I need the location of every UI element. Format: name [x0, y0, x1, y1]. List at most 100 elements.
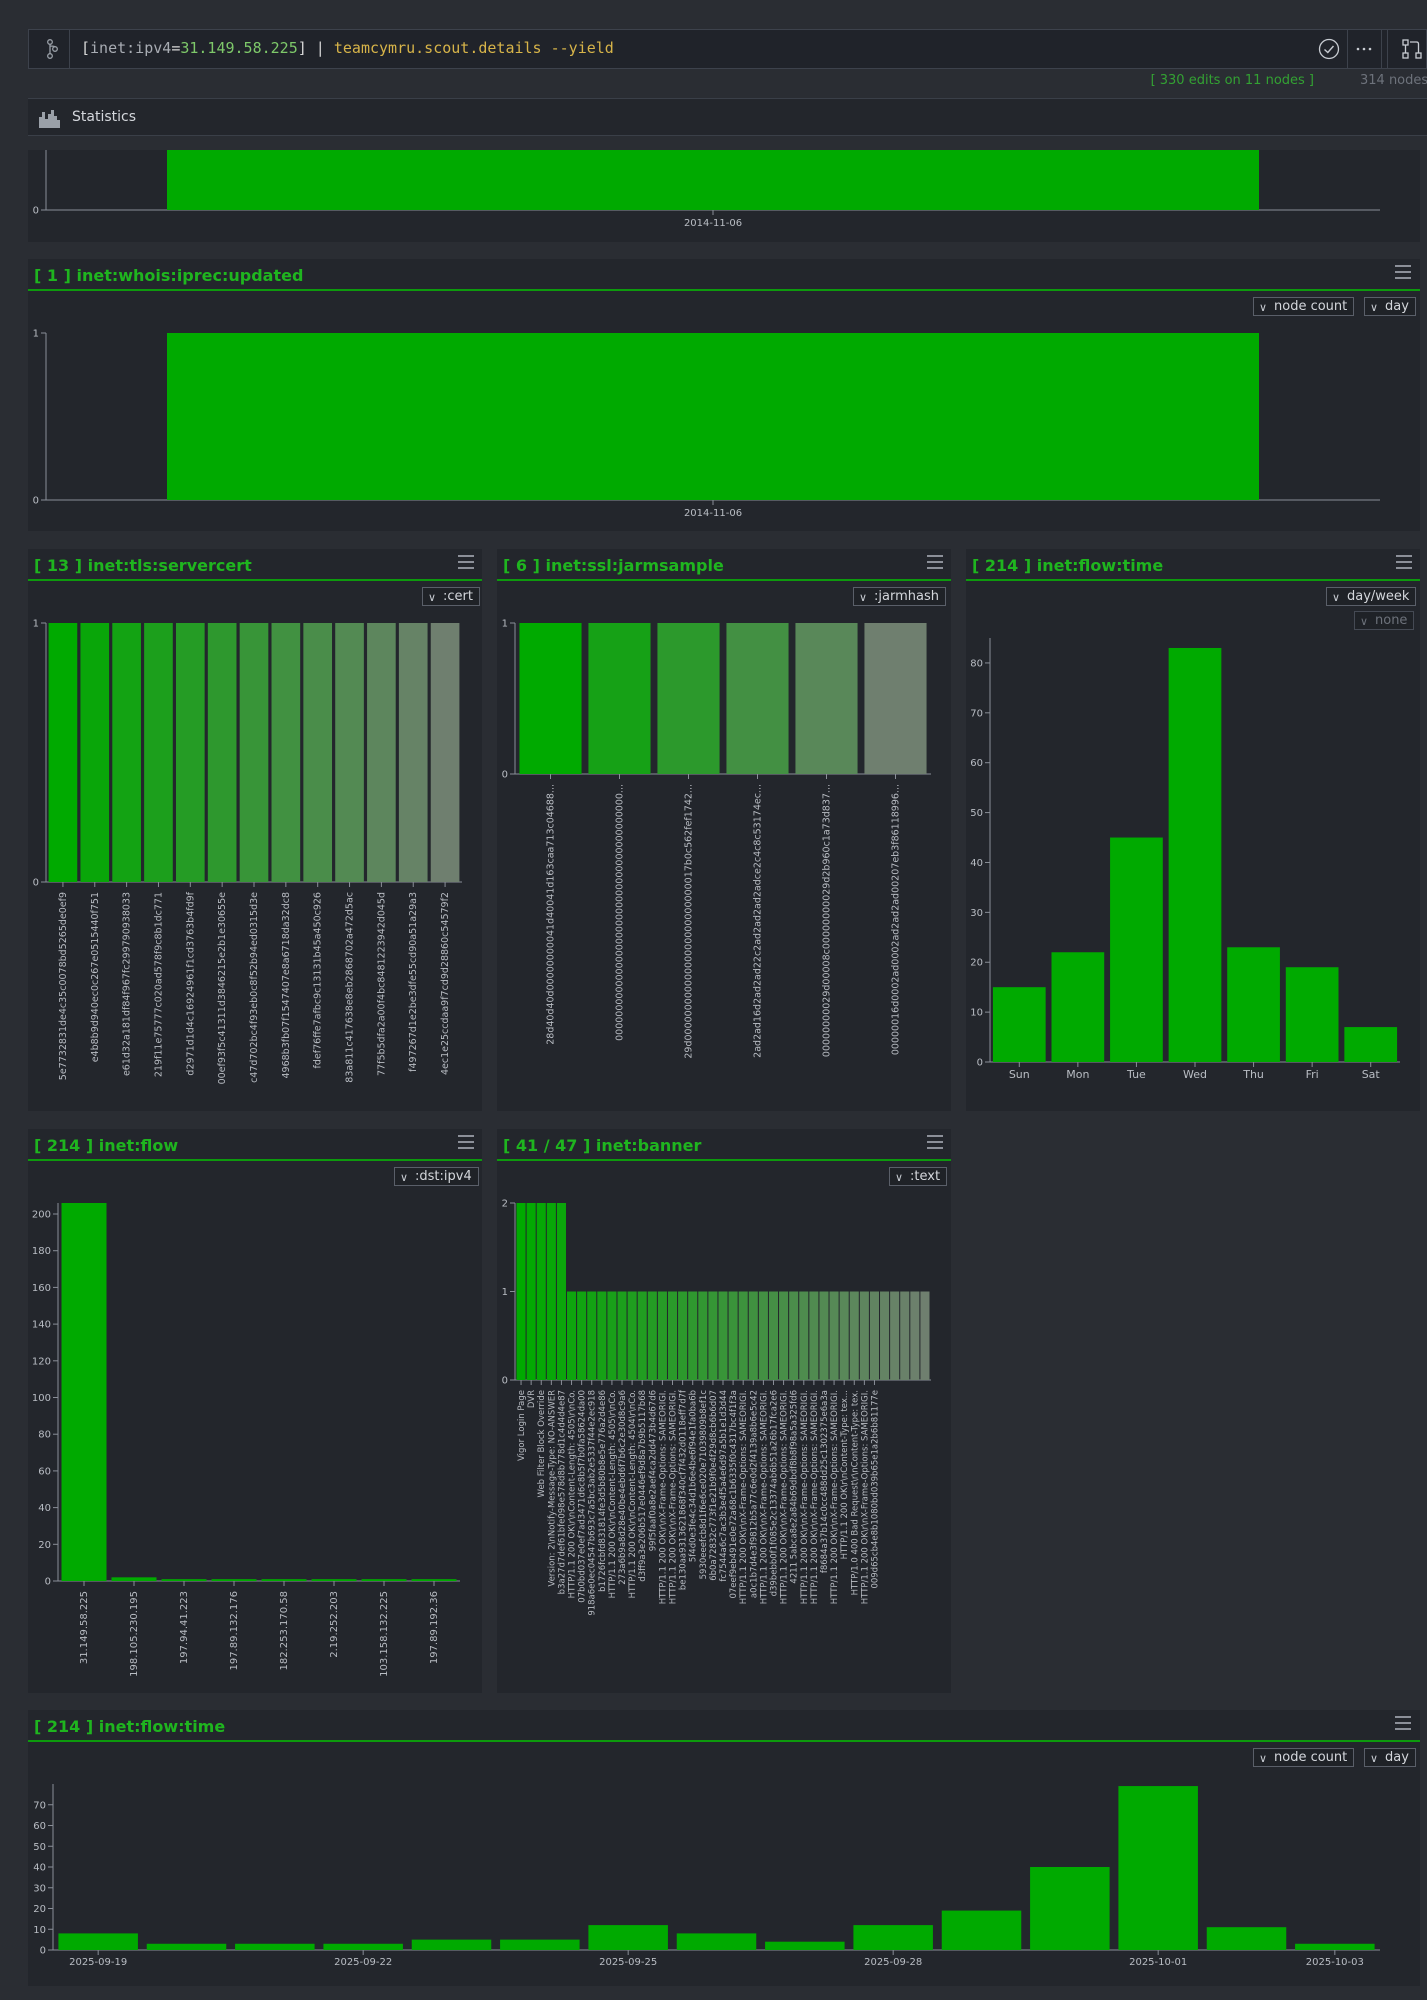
chart-bar	[1295, 1943, 1375, 1950]
x-tick-label: 219f11e75777c020ad578f9c8b1dc771	[153, 892, 164, 1077]
tls-chart: 0 1 5e7732831de4c35c0078bd5265de0ef9 e4b8b9…	[33, 619, 462, 1085]
chart-bar	[1110, 837, 1163, 1062]
chart-bar	[398, 623, 428, 882]
x-tick-label: HTTP/1.1 200 OK\r\nX-Frame-Options: SAME…	[800, 1390, 810, 1604]
y-tick-label: 50	[33, 1842, 46, 1853]
chart-bar	[1285, 967, 1339, 1062]
x-tick-label: HTTP/1.1 200 OK\r\nX-Frame-Options: SAME…	[860, 1390, 870, 1604]
y-tick-label: 60	[970, 758, 983, 769]
x-tick-label: d39bebb0f1f085e2c13374ab6b51a26b17fca2e6	[769, 1390, 779, 1596]
chart-bar	[577, 1291, 587, 1380]
chart-bar	[992, 987, 1046, 1062]
y-tick-label: 160	[32, 1283, 51, 1294]
query-bar[interactable]: [inet:ipv4=31.149.58.225] | teamcymru.sc…	[28, 29, 1427, 69]
chart-bar	[588, 1925, 668, 1950]
x-tick-label: 918a6e0ec04547b693c7a5bc3ab2e5337f44e2ec…	[588, 1390, 598, 1616]
x-tick-label: 07b0bd037e0ef7ad3471d6c8b5f7b0fa58624da0…	[578, 1390, 588, 1603]
x-tick-label: 2014-11-06	[684, 508, 742, 519]
x-tick-label: f8684a37b14c0cc488dd25c1302375e6a3a	[820, 1390, 830, 1573]
x-tick-label: 00ef93f5c41311d3846215e2b1e30655e	[217, 892, 228, 1085]
chart-bar	[779, 1291, 789, 1380]
panel-flow-time-day: [ 214 ] inet:flow:time ∨ node count ∨ day …	[28, 1710, 1420, 1986]
chart-bar	[728, 1291, 738, 1380]
y-tick-label: 40	[33, 1863, 46, 1874]
y-tick-label: 1	[502, 1287, 508, 1298]
x-tick-label: HTTP/1.1 200 OK\r\nContent-Length: 4504\…	[628, 1390, 638, 1598]
panel-banner: [ 41 / 47 ] inet:banner ∨:text 0 1 2 Vigor …	[497, 1129, 951, 1693]
x-tick-label: 009d65cb4e8b1080bd039b65e1a2b6b81177e	[870, 1390, 880, 1589]
chart-bar	[809, 1291, 819, 1380]
chart-bar	[1030, 1867, 1110, 1950]
chart-bar	[367, 623, 396, 882]
x-tick-label: 2025-10-03	[1306, 1957, 1364, 1968]
chart-bar	[335, 623, 364, 882]
x-tick-label: 00000016d0002ad0002ad2ad2ad00207eb3f8611…	[891, 784, 902, 1055]
x-tick-label: 2025-09-22	[334, 1957, 392, 1968]
y-tick-label: 1	[33, 329, 39, 340]
x-tick-label: 2025-09-19	[69, 1957, 127, 1968]
x-tick-label: HTTP/1.1 200 OK\r\nContent-Type: tex...	[840, 1390, 850, 1559]
chart-bar	[617, 1291, 627, 1380]
chart-bar	[748, 1291, 758, 1380]
chart-bar	[167, 333, 1259, 500]
chart-bar	[864, 623, 927, 774]
x-tick-label: 2.19.252.203	[329, 1591, 340, 1658]
chart-bar	[311, 1579, 357, 1581]
chart-bar	[239, 623, 269, 882]
x-tick-label: 2ad2ad16d2ad2ad22c2ad2ad2ad2adce2c4c8c53…	[753, 784, 764, 1058]
banner-chart: 0 1 2 Vigor Login Page DVR Web Filter Block O…	[502, 1199, 931, 1616]
chart-bar	[303, 623, 333, 882]
y-tick-label: 80	[970, 658, 983, 669]
x-tick-label: HTTP/1.1 200 OK\r\nX-Frame-Options: SAME…	[830, 1390, 840, 1604]
x-tick-label: 197.89.192.36	[429, 1591, 440, 1664]
x-tick-label: 5930eeefcb8d1f6e6ce020e71039809b8ef1c	[699, 1390, 709, 1580]
y-tick-label: 100	[32, 1393, 51, 1404]
graph-branch-icon[interactable]	[39, 38, 61, 60]
check-circle-icon[interactable]	[1318, 38, 1340, 60]
chart-bar	[261, 1579, 307, 1581]
x-tick-label: b1726fcbfd831814fe3d5b80b8e5e776a2d4e86	[598, 1390, 608, 1592]
x-tick-label: HTTP/1.1 200 OK\r\nX-Frame-Options: SAME…	[669, 1390, 679, 1604]
statistics-bar[interactable]: Statistics	[28, 98, 1427, 136]
query-command: teamcymru.scout.details --yield	[333, 39, 614, 57]
chart-bar	[411, 1579, 457, 1581]
x-tick-label: 31.149.58.225	[79, 1591, 90, 1664]
more-options-icon[interactable]	[1353, 39, 1375, 59]
fork-icon[interactable]	[1401, 38, 1423, 60]
chart-bar	[500, 1939, 580, 1950]
y-tick-label: 1	[33, 619, 39, 630]
x-tick-label: f497267d1e2be3dfe55cd90a51a29a3	[408, 892, 419, 1072]
x-tick-label: 5e7732831de4c35c0078bd5265de0ef9	[58, 892, 69, 1080]
x-tick-label: 5f4d0e3fe4c34d1b6e4be6f94e1fa0ba6b	[689, 1390, 699, 1562]
chart-bar	[146, 1943, 227, 1950]
y-tick-label: 70	[970, 708, 983, 719]
y-tick-label: 0	[40, 1946, 46, 1957]
panel-flow-time-week: [ 214 ] inet:flow:time ∨ day/week ∨ none 0…	[966, 549, 1420, 1111]
chart-bar	[849, 1291, 859, 1380]
chart-bar	[667, 1291, 678, 1380]
y-tick-label: 140	[32, 1320, 51, 1331]
panel-jarmsample: [ 6 ] inet:ssl:jarmsample ∨:jarmhash 012…	[497, 549, 951, 1111]
y-tick-label: 60	[38, 1466, 51, 1477]
y-tick-label: 50	[970, 808, 983, 819]
x-tick-label: 2025-09-28	[864, 1957, 922, 1968]
query-input[interactable]: [inet:ipv4=31.149.58.225] | teamcymru.sc…	[81, 39, 614, 57]
chart-bar	[48, 623, 78, 882]
panel-top-histogram: 0 2014-11-06	[28, 150, 1420, 242]
x-tick-label: d3ff9a3e206b517e0446ef9d8a7b9b5117b68	[638, 1390, 648, 1582]
x-tick-label: Mon	[1066, 1068, 1089, 1081]
query-form: inet:ipv4	[90, 39, 172, 57]
x-tick-label: 4968b3fb07f1547407e8a6718da32dc8	[281, 892, 292, 1079]
x-tick-label: 273a6b9a8d28e40be4ebd6f7b6c2e30d8c9a6	[618, 1390, 628, 1585]
chart-bar	[853, 1925, 933, 1950]
chart-bar	[1227, 947, 1280, 1062]
y-tick-label: 0	[45, 1577, 51, 1588]
y-tick-label: 0	[33, 878, 39, 889]
x-tick-label: a0c1b7d4e3f9812b5a77c6e0d2f4139a8b6e5c42	[749, 1390, 759, 1598]
x-tick-label: c47d702bc4f93eb0c8f52b94ed0315d3e	[249, 892, 260, 1083]
y-tick-label: 20	[38, 1540, 51, 1551]
x-tick-label: be130aa9313621868f340cf7f432d0118eff7d7f	[679, 1389, 689, 1590]
chart-bar	[765, 1941, 845, 1950]
x-tick-label: HTTP/1.1 200 OK\r\nContent-Length: 4505\…	[568, 1390, 578, 1598]
statistics-title: Statistics	[72, 109, 136, 125]
